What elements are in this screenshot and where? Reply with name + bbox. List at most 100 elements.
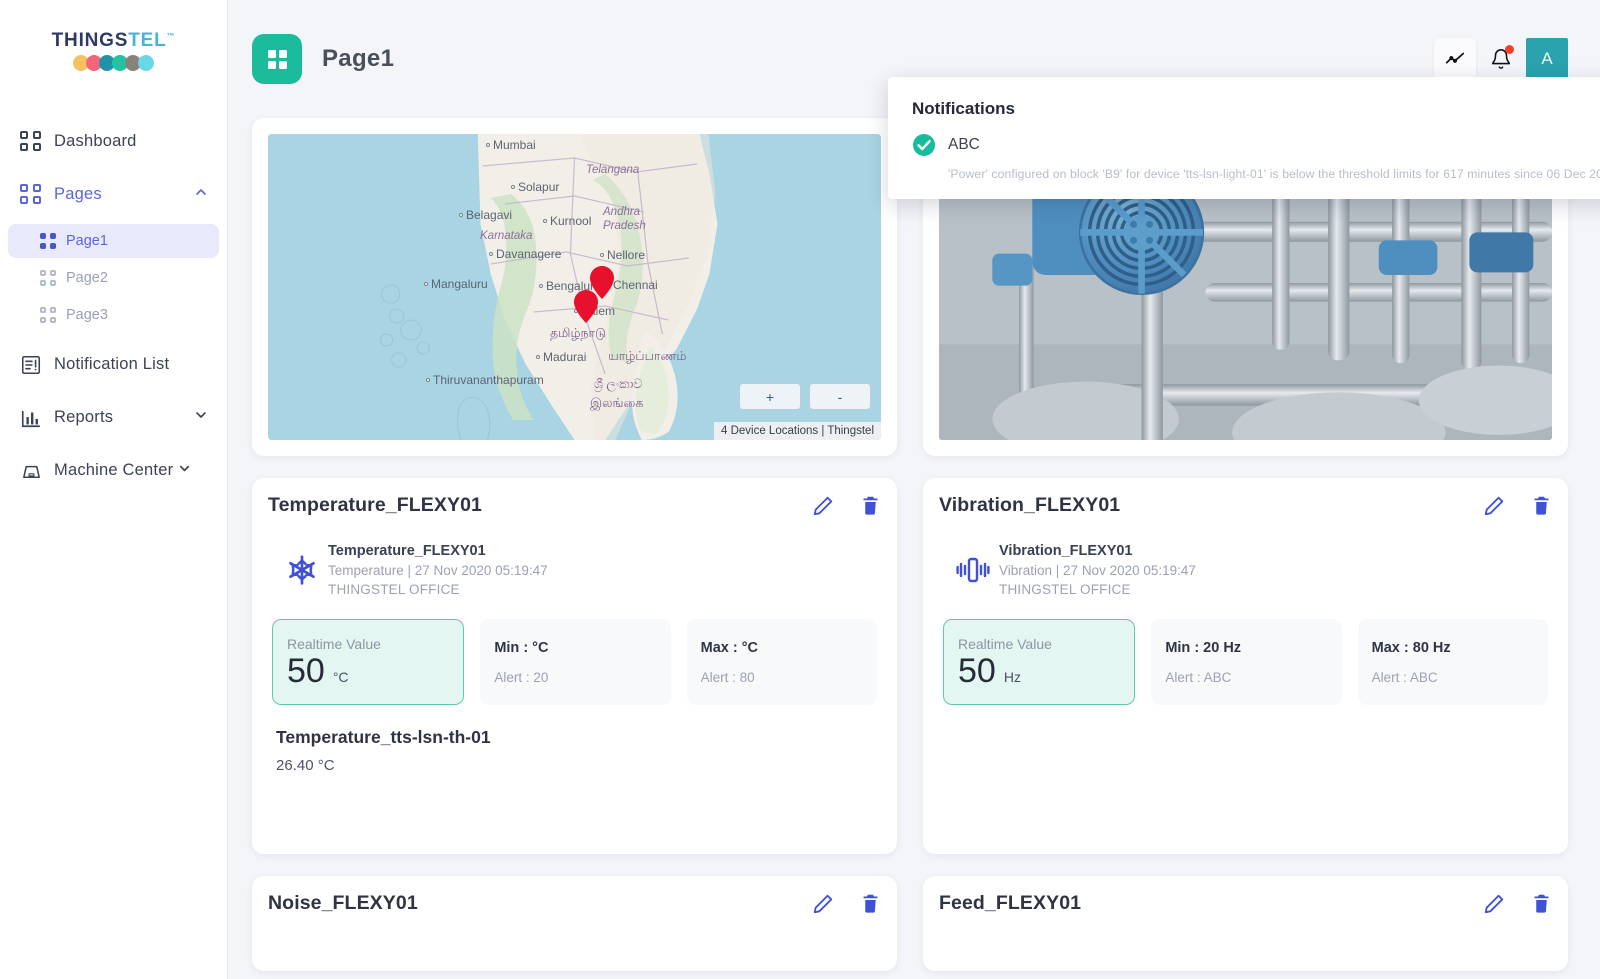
map-zoom-out-button[interactable]: - bbox=[809, 383, 871, 410]
max-stat-box: Max : °C Alert : 80 bbox=[687, 619, 877, 705]
map-city-dot bbox=[511, 185, 515, 189]
device-location: THINGSTEL OFFICE bbox=[328, 582, 548, 597]
sidebar-item-pages[interactable]: Pages bbox=[0, 168, 227, 221]
min-alert: Alert : ABC bbox=[1165, 670, 1327, 685]
map-label: Solapur bbox=[518, 180, 559, 194]
pencil-icon[interactable] bbox=[812, 893, 834, 915]
bar-chart-icon bbox=[20, 407, 54, 429]
notification-item[interactable]: ABC bbox=[904, 133, 1600, 157]
map-label: Pradesh bbox=[603, 220, 646, 232]
chevron-up-icon[interactable] bbox=[193, 184, 209, 205]
realtime-value: 50 bbox=[287, 654, 325, 688]
map-label: Davanagere bbox=[496, 247, 561, 261]
map-label: யாழ்ப்பாணம் bbox=[608, 349, 686, 365]
map-canvas[interactable]: MumbaiTelanganaSolapurBelagaviKurnoolAnd… bbox=[268, 134, 881, 440]
card-tools bbox=[1483, 495, 1552, 517]
reading-name: Temperature_tts-lsn-th-01 bbox=[276, 727, 875, 748]
min-title: Min : 20 Hz bbox=[1165, 640, 1327, 656]
chevron-down-icon[interactable] bbox=[193, 407, 209, 428]
map-city-dot bbox=[600, 253, 604, 257]
map-label: Andhra bbox=[603, 206, 640, 218]
map-label: Chennai bbox=[613, 278, 658, 292]
brand-name-blue: TEL bbox=[128, 30, 166, 51]
pencil-icon[interactable] bbox=[1483, 893, 1505, 915]
sidebar-item-page3[interactable]: Page3 bbox=[8, 298, 219, 332]
app-root: THINGSTEL™ Dashboard bbox=[0, 0, 1600, 979]
max-stat-box: Max : 80 Hz Alert : ABC bbox=[1358, 619, 1548, 705]
realtime-unit: °C bbox=[333, 669, 349, 685]
map-label: Mumbai bbox=[493, 138, 536, 152]
sidebar-item-label: Dashboard bbox=[54, 132, 137, 151]
device-name: Temperature_FLEXY01 bbox=[328, 543, 548, 559]
sidebar-item-label: Machine Center bbox=[54, 461, 173, 480]
page-title: Page1 bbox=[322, 45, 394, 73]
min-stat-box: Min : 20 Hz Alert : ABC bbox=[1151, 619, 1341, 705]
map-city-dot bbox=[543, 219, 547, 223]
min-alert: Alert : 20 bbox=[494, 670, 656, 685]
grid-icon bbox=[40, 270, 66, 286]
notification-name: ABC bbox=[948, 136, 980, 154]
pencil-icon[interactable] bbox=[812, 495, 834, 517]
map-label: Kurnool bbox=[550, 214, 591, 228]
realtime-value-box: Realtime Value 50 °C bbox=[272, 619, 464, 705]
brand-name-dark: THINGS bbox=[52, 30, 129, 51]
grid-icon bbox=[268, 50, 287, 69]
trash-icon[interactable] bbox=[1531, 893, 1552, 914]
map-label: Thiruvananthapuram bbox=[433, 373, 544, 387]
card-title: Feed_FLEXY01 bbox=[939, 892, 1081, 915]
sidebar-item-reports[interactable]: Reports bbox=[0, 391, 227, 444]
sidebar-item-dashboard[interactable]: Dashboard bbox=[0, 115, 227, 168]
sidebar-item-label: Notification List bbox=[54, 355, 169, 374]
sidebar-item-page1[interactable]: Page1 bbox=[8, 224, 219, 258]
check-circle-icon bbox=[912, 133, 936, 157]
chevron-down-icon[interactable] bbox=[177, 461, 192, 481]
sidebar: THINGSTEL™ Dashboard bbox=[0, 0, 228, 979]
brand-dot bbox=[138, 55, 154, 71]
sensor-widget-feed: Feed_FLEXY01 bbox=[923, 876, 1568, 971]
sidebar-item-label: Pages bbox=[54, 185, 102, 204]
device-subtitle: Vibration | 27 Nov 2020 05:19:47 bbox=[999, 563, 1196, 578]
map-label: Nellore bbox=[607, 248, 645, 262]
bell-icon[interactable] bbox=[1480, 38, 1522, 80]
avatar[interactable]: A bbox=[1526, 38, 1568, 80]
sensor-widget-temperature: Temperature_FLEXY01 bbox=[252, 478, 897, 854]
sidebar-item-machine-center[interactable]: Machine Center bbox=[0, 444, 227, 497]
map-widget: MumbaiTelanganaSolapurBelagaviKurnoolAnd… bbox=[252, 118, 897, 456]
sensor-widget-vibration: Vibration_FLEXY01 bbox=[923, 478, 1568, 854]
map-label: Karnataka bbox=[480, 230, 532, 242]
card-header: Temperature_FLEXY01 bbox=[268, 494, 881, 517]
map-city-dot bbox=[536, 355, 540, 359]
map-zoom-in-button[interactable]: + bbox=[739, 383, 801, 410]
notification-list-icon bbox=[20, 354, 54, 376]
reading-value: 26.40 °C bbox=[276, 757, 875, 774]
min-title: Min : °C bbox=[494, 640, 656, 656]
sidebar-item-label: Reports bbox=[54, 408, 113, 427]
sidebar-item-page2[interactable]: Page2 bbox=[8, 261, 219, 295]
brand-logo[interactable]: THINGSTEL™ bbox=[0, 0, 227, 71]
vibration-icon bbox=[947, 555, 999, 585]
card-title: Temperature_FLEXY01 bbox=[268, 494, 482, 517]
snowflake-icon bbox=[276, 554, 328, 586]
notification-message: 'Power' configured on block 'B9' for dev… bbox=[904, 167, 1600, 181]
trash-icon[interactable] bbox=[860, 893, 881, 914]
brand-tm: ™ bbox=[167, 32, 176, 41]
stat-row: Realtime Value 50 Hz Min : 20 Hz Alert :… bbox=[939, 619, 1552, 705]
map-pin[interactable] bbox=[574, 290, 598, 323]
sidebar-subitem-label: Page1 bbox=[66, 233, 108, 249]
map-label: தமிழ்நாடு bbox=[550, 326, 606, 342]
pencil-icon[interactable] bbox=[1483, 495, 1505, 517]
device-meta: Vibration_FLEXY01 Vibration | 27 Nov 202… bbox=[999, 543, 1196, 597]
stat-row: Realtime Value 50 °C Min : °C Alert : 20… bbox=[268, 619, 881, 705]
sidebar-subitem-label: Page3 bbox=[66, 307, 108, 323]
card-tools bbox=[1483, 893, 1552, 915]
map-label: Mangaluru bbox=[431, 277, 488, 291]
notifications-title: Notifications bbox=[904, 99, 1600, 119]
trash-icon[interactable] bbox=[860, 495, 881, 516]
analytics-icon[interactable] bbox=[1434, 38, 1476, 80]
realtime-label: Realtime Value bbox=[958, 636, 1120, 652]
trash-icon[interactable] bbox=[1531, 495, 1552, 516]
sensor-widget-noise: Noise_FLEXY01 bbox=[252, 876, 897, 971]
sidebar-item-notification-list[interactable]: Notification List bbox=[0, 338, 227, 391]
device-meta: Temperature_FLEXY01 Temperature | 27 Nov… bbox=[328, 543, 548, 597]
map-zoom-controls: + - bbox=[739, 383, 871, 410]
